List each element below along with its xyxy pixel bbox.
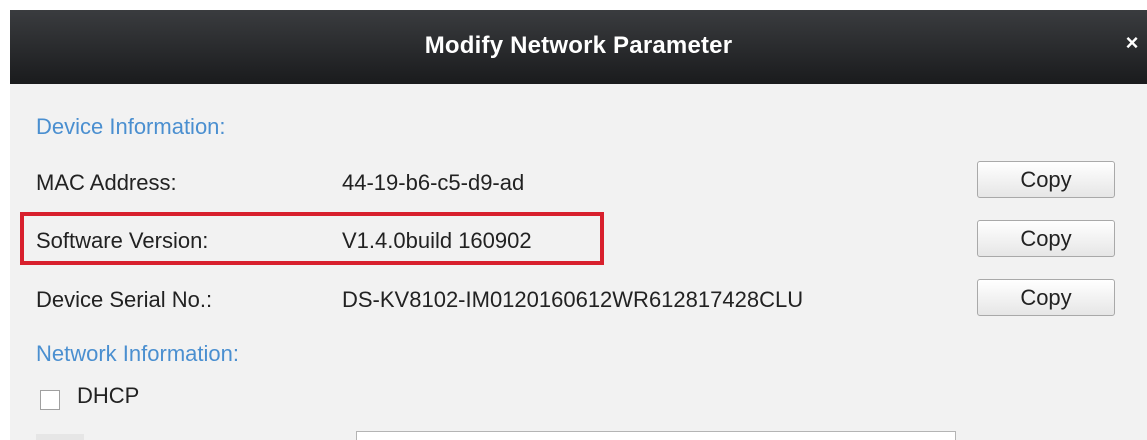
close-icon[interactable]: × <box>1121 32 1143 54</box>
copy-mac-address-button[interactable]: Copy <box>977 161 1115 198</box>
partial-field-label <box>36 434 84 440</box>
dialog-titlebar: Modify Network Parameter × <box>10 10 1147 84</box>
device-information-heading: Device Information: <box>36 114 226 139</box>
dhcp-label: DHCP <box>77 383 140 408</box>
software-version-value: V1.4.0build 160902 <box>342 228 532 253</box>
modify-network-parameter-dialog: Modify Network Parameter × Device Inform… <box>10 10 1147 440</box>
software-version-label: Software Version: <box>36 228 209 253</box>
dialog-title: Modify Network Parameter <box>424 32 733 59</box>
mac-address-label: MAC Address: <box>36 170 177 195</box>
device-serial-label: Device Serial No.: <box>36 287 213 312</box>
copy-software-version-button[interactable]: Copy <box>977 220 1115 257</box>
mac-address-value: 44-19-b6-c5-d9-ad <box>342 170 525 195</box>
dhcp-checkbox[interactable] <box>40 390 60 410</box>
device-serial-value: DS-KV8102-IM0120160612WR612817428CLU <box>342 287 804 312</box>
partial-text-field[interactable] <box>356 431 956 440</box>
network-information-heading: Network Information: <box>36 341 239 366</box>
copy-device-serial-button[interactable]: Copy <box>977 279 1115 316</box>
